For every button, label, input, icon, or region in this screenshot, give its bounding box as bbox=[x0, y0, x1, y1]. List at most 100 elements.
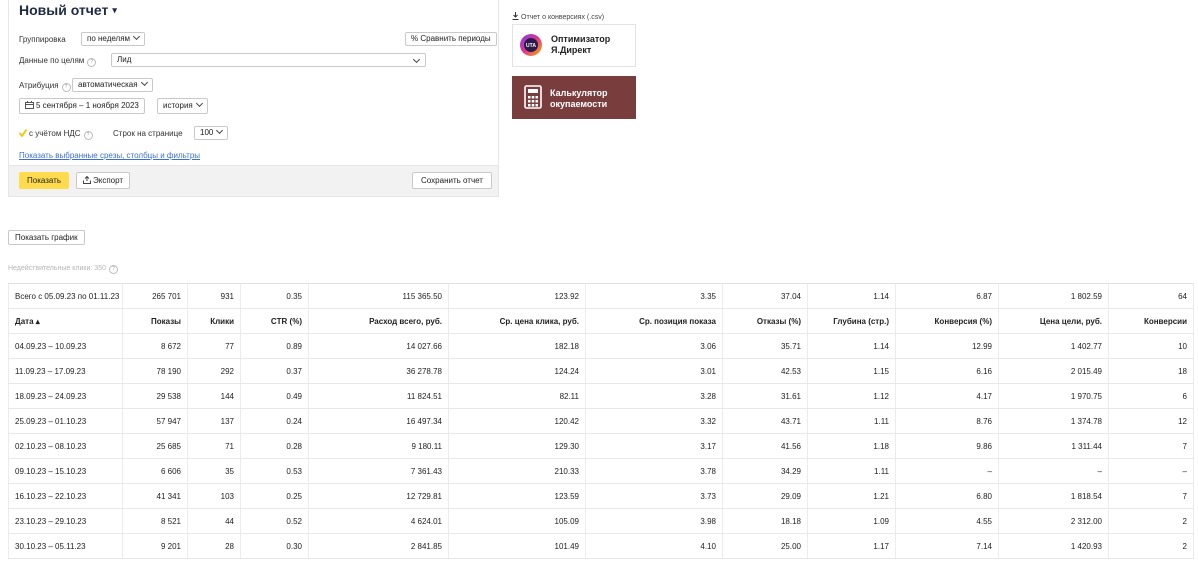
show-button[interactable]: Показать bbox=[19, 172, 70, 189]
column-header[interactable]: Конверсии bbox=[1108, 308, 1194, 334]
table-cell: 101.49 bbox=[448, 533, 586, 559]
table-cell: – bbox=[895, 458, 999, 484]
table-cell: 11.09.23 – 17.09.23 bbox=[8, 358, 123, 384]
table-cell: 1.14 bbox=[807, 333, 896, 359]
column-header[interactable]: Ср. цена клика, руб. bbox=[448, 308, 586, 334]
table-cell: 28 bbox=[187, 533, 241, 559]
vat-checkbox-row[interactable]: с учётом НДС? bbox=[19, 129, 93, 140]
table-cell: 0.30 bbox=[240, 533, 309, 559]
table-cell: 1 420.93 bbox=[998, 533, 1109, 559]
total-cell: 265 701 bbox=[122, 283, 188, 309]
table-cell: 35 bbox=[187, 458, 241, 484]
conversion-report-label: Отчет о конверсиях (.csv) bbox=[521, 14, 605, 21]
show-slices-link[interactable]: Показать выбранные срезы, столбцы и филь… bbox=[19, 151, 200, 160]
column-header[interactable]: Показы bbox=[122, 308, 188, 334]
table-cell: 144 bbox=[187, 383, 241, 409]
total-cell: Всего с 05.09.23 по 01.11.23 bbox=[8, 283, 123, 309]
column-header[interactable]: Конверсия (%) bbox=[895, 308, 999, 334]
table-cell: 1.09 bbox=[807, 508, 896, 534]
table-cell: 57 947 bbox=[122, 408, 188, 434]
total-cell: 37.04 bbox=[722, 283, 808, 309]
show-chart-button[interactable]: Показать график bbox=[8, 230, 85, 245]
table-cell: – bbox=[1108, 458, 1194, 484]
table-cell: 1 970.75 bbox=[998, 383, 1109, 409]
table-cell: 09.10.23 – 15.10.23 bbox=[8, 458, 123, 484]
total-cell: 931 bbox=[187, 283, 241, 309]
logo-text: UTA bbox=[526, 43, 536, 49]
chevron-down-icon bbox=[216, 126, 224, 135]
download-icon bbox=[512, 12, 519, 20]
table-cell: 3.01 bbox=[585, 358, 723, 384]
optimizer-card[interactable]: UTA Оптимизатор Я.Директ bbox=[512, 24, 636, 67]
column-header[interactable]: Клики bbox=[187, 308, 241, 334]
report-title-dropdown[interactable]: Новый отчет ▾ bbox=[19, 2, 117, 18]
compare-periods-button[interactable]: % Сравнить периоды bbox=[405, 32, 497, 46]
help-icon[interactable]: ? bbox=[83, 131, 93, 140]
invalid-clicks-text: Недействительные клики: 350 bbox=[8, 265, 106, 272]
goals-label: Данные по целям? bbox=[19, 56, 97, 67]
save-report-button[interactable]: Сохранить отчет bbox=[412, 172, 492, 189]
table-cell: 4.17 bbox=[895, 383, 999, 409]
table-cell: 7.14 bbox=[895, 533, 999, 559]
table-cell: 10 bbox=[1108, 333, 1194, 359]
attribution-select[interactable]: автоматическая bbox=[72, 78, 153, 92]
column-header[interactable]: Расход всего, руб. bbox=[308, 308, 449, 334]
header-row: Дата ▴ Показы Клики CTR (%) Расход всего, ру… bbox=[8, 308, 1194, 334]
help-icon[interactable]: ? bbox=[61, 83, 71, 92]
table-cell: 25 685 bbox=[122, 433, 188, 459]
export-label: Экспорт bbox=[93, 176, 124, 185]
table-cell: 0.24 bbox=[240, 408, 309, 434]
table-cell: 18.09.23 – 24.09.23 bbox=[8, 383, 123, 409]
attribution-value: автоматическая bbox=[78, 80, 138, 89]
conversion-report-link[interactable]: Отчет о конверсиях (.csv) bbox=[512, 12, 604, 21]
grouping-label: Группировка bbox=[19, 35, 66, 44]
date-range-picker[interactable]: 5 сентября – 1 ноября 2023 bbox=[19, 98, 145, 114]
column-header[interactable]: Дата ▴ bbox=[8, 308, 123, 334]
goals-select[interactable]: Лид bbox=[111, 53, 426, 67]
column-header[interactable]: Цена цели, руб. bbox=[998, 308, 1109, 334]
table-cell: 16.10.23 – 22.10.23 bbox=[8, 483, 123, 509]
table-cell: 30.10.23 – 05.11.23 bbox=[8, 533, 123, 559]
table-cell: 35.71 bbox=[722, 333, 808, 359]
table-cell: 29.09 bbox=[722, 483, 808, 509]
table-cell: 6.16 bbox=[895, 358, 999, 384]
table-cell: 8 521 bbox=[122, 508, 188, 534]
grouping-select[interactable]: по неделям bbox=[81, 32, 146, 46]
help-icon[interactable]: ? bbox=[87, 58, 97, 67]
column-header[interactable]: CTR (%) bbox=[240, 308, 309, 334]
grouping-value: по неделям bbox=[87, 34, 131, 43]
report-table: Всего с 05.09.23 по 01.11.23 265 701 931 0.… bbox=[8, 283, 1194, 559]
history-select[interactable]: история bbox=[157, 98, 208, 114]
table-cell: 2 bbox=[1108, 533, 1194, 559]
help-icon[interactable]: ? bbox=[108, 265, 118, 274]
table-cell: 18.18 bbox=[722, 508, 808, 534]
table-cell: 124.24 bbox=[448, 358, 586, 384]
goals-value: Лид bbox=[117, 55, 132, 64]
column-header[interactable]: Ср. позиция показа bbox=[585, 308, 723, 334]
table-cell: 29 538 bbox=[122, 383, 188, 409]
checkbox-checked-icon[interactable] bbox=[19, 129, 27, 137]
table-row: 09.10.23 – 15.10.23 6 606 35 0.53 7 361.43 21… bbox=[8, 458, 1194, 484]
table-cell: 8.76 bbox=[895, 408, 999, 434]
chevron-down-icon bbox=[140, 78, 148, 87]
total-cell: 1 802.59 bbox=[998, 283, 1109, 309]
table-cell: 12 bbox=[1108, 408, 1194, 434]
optimizer-title: Оптимизатор Я.Директ bbox=[551, 34, 610, 56]
table-cell: 7 bbox=[1108, 433, 1194, 459]
chevron-down-icon bbox=[195, 99, 203, 108]
rows-per-page-value: 100 bbox=[200, 128, 214, 137]
column-header[interactable]: Отказы (%) bbox=[722, 308, 808, 334]
table-cell: 12 729.81 bbox=[308, 483, 449, 509]
title-caret-icon: ▾ bbox=[112, 5, 117, 15]
table-cell: 1.18 bbox=[807, 433, 896, 459]
table-cell: 3.32 bbox=[585, 408, 723, 434]
column-header[interactable]: Глубина (стр.) bbox=[807, 308, 896, 334]
rows-per-page-select[interactable]: 100 bbox=[194, 126, 229, 140]
table-cell: 9.86 bbox=[895, 433, 999, 459]
calculator-card[interactable]: Калькулятор окупаемости bbox=[512, 76, 636, 119]
table-cell: 11 824.51 bbox=[308, 383, 449, 409]
table-cell: 7 bbox=[1108, 483, 1194, 509]
table-cell: 36 278.78 bbox=[308, 358, 449, 384]
export-button[interactable]: Экспорт bbox=[76, 172, 131, 189]
table-cell: 123.59 bbox=[448, 483, 586, 509]
